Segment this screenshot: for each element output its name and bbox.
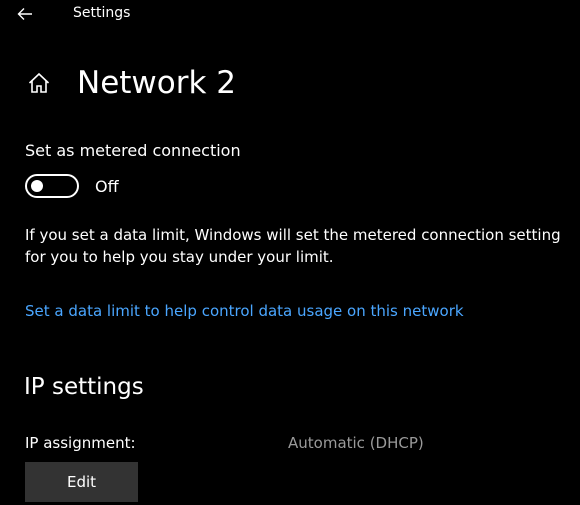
toggle-knob [31, 180, 43, 192]
ip-assignment-value: Automatic (DHCP) [288, 434, 424, 452]
edit-button[interactable]: Edit [25, 462, 138, 502]
ip-settings-heading: IP settings [24, 374, 144, 400]
page-header: Network 2 [25, 60, 236, 106]
home-button[interactable] [25, 69, 53, 97]
toggle-state-label: Off [95, 177, 119, 196]
home-icon [28, 72, 50, 93]
app-title: Settings [73, 5, 131, 21]
data-limit-description: If you set a data limit, Windows will se… [25, 226, 561, 266]
page-title: Network 2 [77, 65, 237, 101]
set-data-limit-link[interactable]: Set a data limit to help control data us… [25, 302, 464, 320]
back-arrow-icon [17, 8, 32, 20]
back-button[interactable] [12, 2, 38, 26]
title-bar: Settings [0, 0, 580, 30]
metered-connection-label: Set as metered connection [25, 141, 241, 160]
metered-connection-toggle[interactable] [25, 174, 79, 198]
ip-assignment-label: IP assignment: [25, 434, 136, 452]
